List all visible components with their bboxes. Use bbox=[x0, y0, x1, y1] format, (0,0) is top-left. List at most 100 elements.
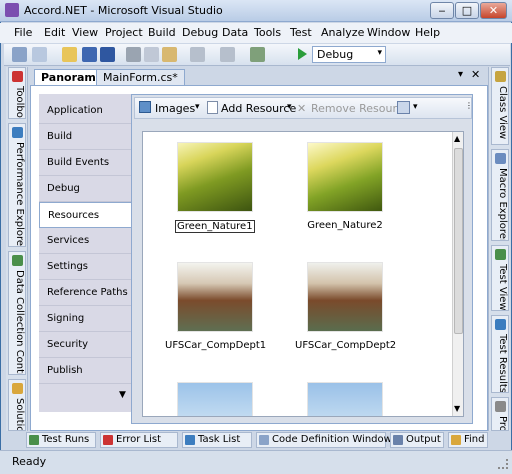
menu-test[interactable]: Test bbox=[290, 26, 312, 39]
undo-icon[interactable] bbox=[190, 47, 205, 62]
add-item-icon[interactable] bbox=[32, 47, 47, 62]
close-document-icon[interactable]: ✕ bbox=[471, 68, 480, 81]
maximize-button[interactable]: □ bbox=[455, 2, 479, 19]
solution-icon bbox=[12, 383, 23, 394]
menu-analyze[interactable]: Analyze bbox=[321, 26, 364, 39]
open-file-icon[interactable] bbox=[62, 47, 77, 62]
vertical-scrollbar[interactable]: ▲ ▼ bbox=[452, 132, 463, 416]
test-view-tab[interactable]: Test View bbox=[491, 245, 509, 311]
menu-build[interactable]: Build bbox=[148, 26, 176, 39]
tab-mainform[interactable]: MainForm.cs* bbox=[96, 69, 185, 85]
output-icon bbox=[393, 435, 403, 445]
resource-caption[interactable]: Green_Nature1 bbox=[175, 220, 255, 233]
menu-data[interactable]: Data bbox=[222, 26, 248, 39]
minimize-button[interactable]: ‒ bbox=[430, 2, 454, 19]
scroll-thumb[interactable] bbox=[454, 148, 463, 334]
menu-file[interactable]: File bbox=[14, 26, 32, 39]
nav-debug[interactable]: Debug bbox=[39, 176, 131, 202]
menu-view[interactable]: View bbox=[72, 26, 98, 39]
class-view-tab[interactable]: Class View bbox=[491, 67, 509, 145]
tab-task-list[interactable]: Task List bbox=[182, 432, 252, 448]
resource-list[interactable]: Green_Nature1 Green_Nature2 UFSCar_CompD… bbox=[142, 131, 464, 417]
resize-grip-icon[interactable] bbox=[498, 459, 508, 469]
remove-resource-button[interactable]: Remove Resource bbox=[311, 102, 410, 115]
copy-icon[interactable] bbox=[144, 47, 159, 62]
nav-settings[interactable]: Settings bbox=[39, 254, 131, 280]
save-icon[interactable] bbox=[82, 47, 97, 62]
tab-label: Error List bbox=[116, 434, 162, 445]
tab-label: Code Definition Window bbox=[272, 434, 392, 445]
paste-icon[interactable] bbox=[162, 47, 177, 62]
image-thumbnail[interactable] bbox=[307, 142, 383, 212]
image-thumbnail[interactable] bbox=[177, 262, 253, 332]
image-thumbnail[interactable] bbox=[177, 382, 253, 416]
test-results-tab[interactable]: Test Results bbox=[491, 315, 509, 393]
nav-reference-paths[interactable]: Reference Paths bbox=[39, 280, 131, 306]
nav-services[interactable]: Services bbox=[39, 228, 131, 254]
data-collection-label: Data Collection Control bbox=[14, 270, 25, 375]
start-debugging-icon[interactable] bbox=[298, 48, 307, 60]
tab-code-definition[interactable]: Code Definition Window bbox=[256, 432, 392, 448]
close-button[interactable]: ✕ bbox=[480, 2, 507, 19]
menu-project[interactable]: Project bbox=[105, 26, 143, 39]
menu-help[interactable]: Help bbox=[415, 26, 440, 39]
menu-tools[interactable]: Tools bbox=[254, 26, 281, 39]
macro-icon bbox=[495, 153, 506, 164]
nav-build[interactable]: Build bbox=[39, 124, 131, 150]
macro-explorer-tab[interactable]: Macro Explorer bbox=[491, 149, 509, 241]
scroll-down-icon[interactable]: ▼ bbox=[454, 404, 460, 413]
image-thumbnail[interactable] bbox=[307, 382, 383, 416]
nav-security[interactable]: Security bbox=[39, 332, 131, 358]
data-collection-tab[interactable]: Data Collection Control bbox=[8, 251, 26, 375]
menu-debug[interactable]: Debug bbox=[182, 26, 218, 39]
title-bar[interactable]: Accord.NET - Microsoft Visual Studio ‒ □… bbox=[0, 0, 512, 22]
tab-label: Task List bbox=[198, 434, 241, 445]
chevron-down-icon[interactable]: ▾ bbox=[287, 102, 292, 112]
nav-resources[interactable]: Resources bbox=[39, 202, 132, 228]
chevron-down-icon[interactable]: ▾ bbox=[413, 102, 418, 112]
toolbox-tab[interactable]: Toolbox bbox=[8, 67, 26, 119]
toolbar-overflow-icon[interactable]: ⋮ bbox=[465, 101, 473, 110]
image-thumbnail[interactable] bbox=[307, 262, 383, 332]
resource-caption[interactable]: UFSCar_CompDept1 bbox=[165, 340, 266, 351]
resource-type-button[interactable]: Images bbox=[155, 102, 195, 115]
save-all-icon[interactable] bbox=[100, 47, 115, 62]
performance-explorer-tab[interactable]: Performance Explorer bbox=[8, 123, 26, 247]
macro-explorer-label: Macro Explorer bbox=[497, 168, 508, 241]
menu-window[interactable]: Window bbox=[367, 26, 410, 39]
nav-application[interactable]: Application bbox=[39, 98, 131, 124]
tab-label: Find Symbol Results bbox=[464, 434, 487, 445]
scroll-up-icon[interactable]: ▲ bbox=[454, 134, 460, 143]
standard-toolbar: Debug ▾ bbox=[4, 44, 510, 66]
redo-icon[interactable] bbox=[220, 47, 235, 62]
navigate-icon[interactable] bbox=[250, 47, 265, 62]
visual-studio-icon bbox=[5, 3, 19, 17]
nav-build-events[interactable]: Build Events bbox=[39, 150, 131, 176]
image-thumbnail[interactable] bbox=[177, 142, 253, 212]
resource-caption[interactable]: Green_Nature2 bbox=[295, 220, 395, 231]
solution-explorer-tab[interactable]: Solution Explo bbox=[8, 379, 26, 431]
nav-scroll-down-icon[interactable]: ▼ bbox=[119, 390, 126, 400]
chevron-down-icon[interactable]: ▾ bbox=[195, 102, 200, 112]
resource-caption[interactable]: UFSCar_CompDept2 bbox=[295, 340, 396, 351]
solution-configuration-select[interactable]: Debug ▾ bbox=[312, 46, 386, 63]
tab-error-list[interactable]: Error List bbox=[100, 432, 178, 448]
active-files-dropdown-icon[interactable]: ▾ bbox=[458, 69, 463, 80]
status-text: Ready bbox=[12, 455, 47, 468]
tab-test-runs[interactable]: Test Runs bbox=[26, 432, 96, 448]
performance-icon bbox=[12, 127, 23, 138]
add-resource-button[interactable]: Add Resource bbox=[221, 102, 296, 115]
menu-edit[interactable]: Edit bbox=[44, 26, 65, 39]
class-view-label: Class View bbox=[497, 86, 508, 140]
nav-publish[interactable]: Publish bbox=[39, 358, 131, 384]
tab-label: Output bbox=[406, 434, 441, 445]
class-view-icon bbox=[495, 71, 506, 82]
cut-icon[interactable] bbox=[126, 47, 141, 62]
views-icon[interactable] bbox=[397, 101, 410, 114]
properties-tab[interactable]: Properties bbox=[491, 397, 509, 431]
new-project-icon[interactable] bbox=[12, 47, 27, 62]
nav-signing[interactable]: Signing bbox=[39, 306, 131, 332]
tab-output[interactable]: Output bbox=[390, 432, 444, 448]
find-symbol-icon bbox=[451, 435, 461, 445]
tab-find-symbol-results[interactable]: Find Symbol Results bbox=[448, 432, 488, 448]
